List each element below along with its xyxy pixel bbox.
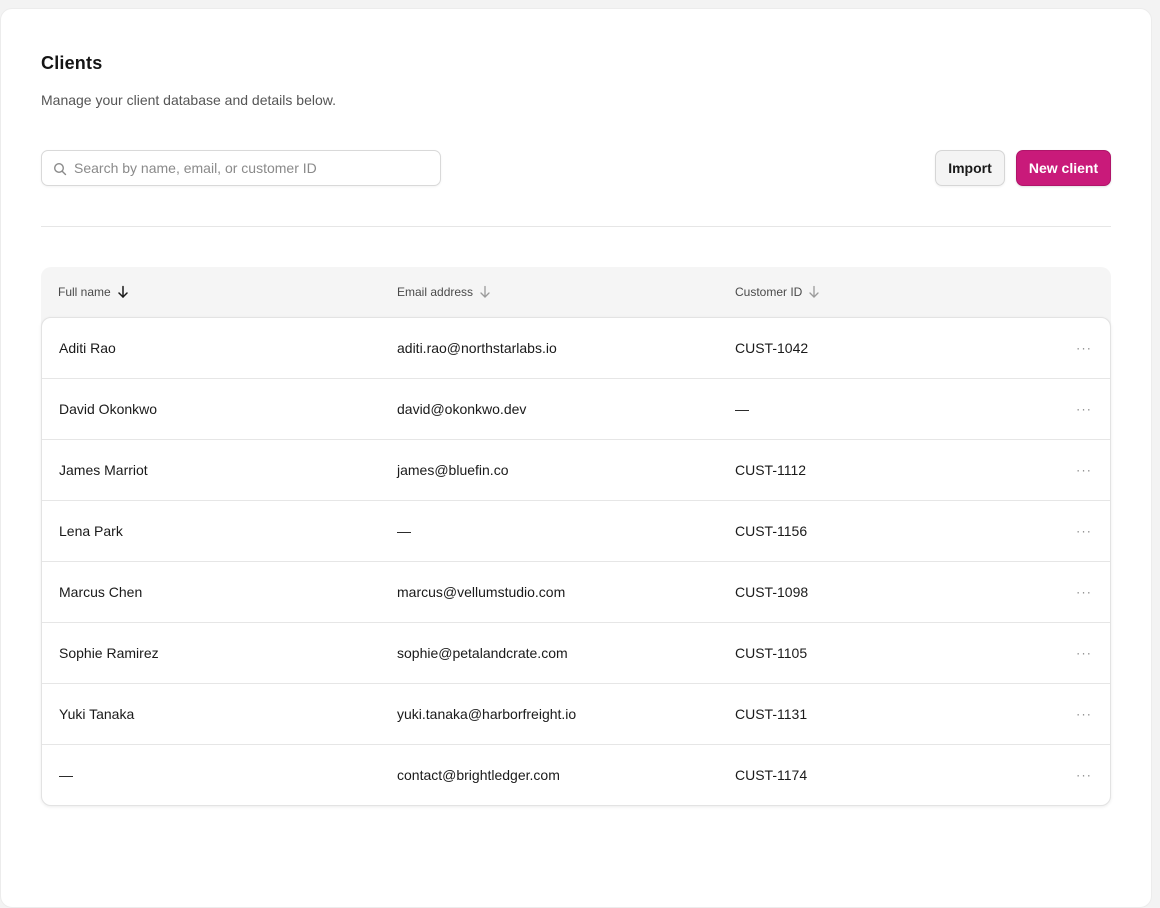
cell-email: david@okonkwo.dev <box>397 401 527 417</box>
cell-email: aditi.rao@northstarlabs.io <box>397 340 557 356</box>
cell-full-name: David Okonkwo <box>59 401 158 417</box>
more-horizontal-icon[interactable]: ··· <box>1076 463 1092 478</box>
cell-customer-id: CUST-1156 <box>735 523 808 539</box>
search-icon <box>53 162 67 176</box>
cell-customer-id: — <box>735 401 749 417</box>
cell-customer-id: CUST-1098 <box>735 584 809 600</box>
table-header: Full name Email address Customer ID <box>41 267 1111 317</box>
table-row[interactable]: Marcus Chen marcus@vellumstudio.com CUST… <box>42 562 1110 623</box>
cell-full-name: Lena Park <box>59 523 123 539</box>
cell-full-name: Marcus Chen <box>59 584 143 600</box>
more-horizontal-icon[interactable]: ··· <box>1076 707 1092 722</box>
cell-email: sophie@petalandcrate.com <box>397 645 568 661</box>
table-row[interactable]: Yuki Tanaka yuki.tanaka@harborfreight.io… <box>42 684 1110 745</box>
table-row[interactable]: Sophie Ramirez sophie@petalandcrate.com … <box>42 623 1110 684</box>
more-horizontal-icon[interactable]: ··· <box>1076 585 1092 600</box>
column-header-full-name[interactable]: Full name <box>58 267 129 317</box>
clients-panel: Clients Manage your client database and … <box>0 8 1152 908</box>
cell-full-name: James Marriot <box>59 462 148 478</box>
cell-full-name: — <box>59 767 73 783</box>
column-header-customer-id[interactable]: Customer ID <box>735 267 820 317</box>
column-header-label: Email address <box>397 285 474 299</box>
clients-table: Full name Email address Customer ID Adit… <box>41 267 1111 806</box>
cell-customer-id: CUST-1042 <box>735 340 809 356</box>
cell-full-name: Aditi Rao <box>59 340 116 356</box>
column-header-email[interactable]: Email address <box>397 267 491 317</box>
cell-customer-id: CUST-1131 <box>735 706 808 722</box>
page-subtitle: Manage your client database and details … <box>41 92 336 108</box>
cell-customer-id: CUST-1105 <box>735 645 808 661</box>
cell-email: james@bluefin.co <box>397 462 509 478</box>
search-input[interactable] <box>74 151 434 185</box>
column-header-label: Full name <box>58 285 111 299</box>
cell-customer-id: CUST-1112 <box>735 462 807 478</box>
arrow-down-icon <box>117 285 128 298</box>
cell-full-name: Sophie Ramirez <box>59 645 159 661</box>
cell-email: contact@brightledger.com <box>397 767 560 783</box>
table-row[interactable]: Aditi Rao aditi.rao@northstarlabs.io CUS… <box>42 318 1110 379</box>
search-field[interactable] <box>41 150 441 186</box>
more-horizontal-icon[interactable]: ··· <box>1076 646 1092 661</box>
cell-email: — <box>397 523 411 539</box>
table-row[interactable]: David Okonkwo david@okonkwo.dev — ··· <box>42 379 1110 440</box>
divider <box>41 226 1111 227</box>
import-button[interactable]: Import <box>935 150 1005 186</box>
cell-full-name: Yuki Tanaka <box>59 706 135 722</box>
page-title: Clients <box>41 53 103 73</box>
more-horizontal-icon[interactable]: ··· <box>1076 768 1092 783</box>
table-row[interactable]: — contact@brightledger.com CUST-1174 ··· <box>42 745 1110 805</box>
table-row[interactable]: James Marriot james@bluefin.co CUST-1112… <box>42 440 1110 501</box>
column-header-label: Customer ID <box>735 285 803 299</box>
more-horizontal-icon[interactable]: ··· <box>1076 524 1092 539</box>
more-horizontal-icon[interactable]: ··· <box>1076 341 1092 356</box>
cell-email: yuki.tanaka@harborfreight.io <box>397 706 577 722</box>
cell-customer-id: CUST-1174 <box>735 767 808 783</box>
more-horizontal-icon[interactable]: ··· <box>1076 402 1092 417</box>
new-client-button[interactable]: New client <box>1016 150 1111 186</box>
arrow-down-icon <box>809 285 820 298</box>
arrow-down-icon <box>480 285 490 298</box>
cell-email: marcus@vellumstudio.com <box>397 584 566 600</box>
table-body: Aditi Rao aditi.rao@northstarlabs.io CUS… <box>41 317 1111 806</box>
table-row[interactable]: Lena Park — CUST-1156 ··· <box>42 501 1110 562</box>
